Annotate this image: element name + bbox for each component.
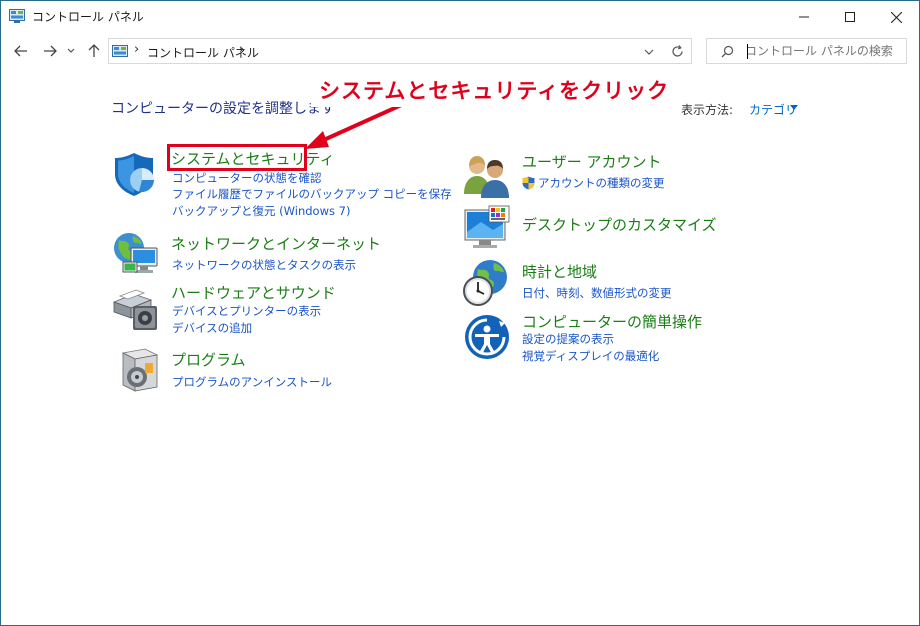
shield-icon[interactable]	[112, 150, 160, 198]
window-title: コントロール パネル	[32, 10, 144, 24]
desktop-customize-icon[interactable]	[463, 204, 511, 252]
close-button[interactable]	[873, 1, 919, 33]
refresh-button[interactable]	[664, 38, 692, 64]
breadcrumb-separator[interactable]: ›	[239, 42, 244, 57]
category-ease-of-access[interactable]: コンピューターの簡単操作	[522, 311, 702, 332]
category-user-accounts[interactable]: ユーザー アカウント	[522, 151, 661, 172]
minimize-icon	[799, 16, 809, 18]
category-hardware-sound[interactable]: ハードウェアとサウンド	[171, 282, 336, 303]
network-globe-icon[interactable]	[111, 230, 159, 278]
recent-locations-button[interactable]	[64, 39, 78, 63]
link-uninstall-program[interactable]: プログラムのアンインストール	[172, 374, 332, 390]
annotation-callout: システムとセキュリティをクリック	[311, 73, 678, 107]
link-network-status[interactable]: ネットワークの状態とタスクの表示	[172, 257, 356, 273]
address-bar[interactable]: › コントロール パネル ›	[108, 38, 692, 64]
maximize-icon	[845, 12, 855, 22]
search-box[interactable]	[706, 38, 907, 64]
category-desktop-customization[interactable]: デスクトップのカスタマイズ	[522, 214, 717, 235]
control-panel-icon	[112, 45, 128, 57]
link-backup-restore[interactable]: バックアップと復元 (Windows 7)	[172, 203, 350, 219]
forward-button[interactable]	[39, 39, 61, 63]
link-devices-printers[interactable]: デバイスとプリンターの表示	[172, 303, 321, 319]
search-icon	[721, 45, 734, 58]
arrow-up-icon	[88, 44, 100, 57]
highlight-box	[167, 144, 307, 171]
category-clock-region[interactable]: 時計と地域	[522, 261, 597, 282]
text-cursor	[747, 44, 748, 59]
category-programs[interactable]: プログラム	[171, 349, 246, 370]
control-panel-window: コントロール パネル › コントロール パネル › コントロール パネルの検索 …	[0, 0, 920, 626]
chevron-down-icon	[67, 48, 75, 53]
breadcrumb-separator[interactable]: ›	[134, 42, 139, 57]
control-panel-icon	[9, 9, 25, 23]
maximize-button[interactable]	[827, 1, 873, 33]
ease-of-access-icon[interactable]	[463, 313, 511, 361]
link-optimize-visual-display[interactable]: 視覚ディスプレイの最適化	[522, 348, 659, 364]
link-settings-suggestions[interactable]: 設定の提案の表示	[522, 331, 614, 347]
user-accounts-icon[interactable]	[463, 154, 511, 202]
printer-speaker-icon[interactable]	[111, 284, 159, 332]
refresh-icon	[672, 44, 683, 57]
link-check-computer-status[interactable]: コンピューターの状態を確認	[172, 170, 322, 186]
link-date-time-format[interactable]: 日付、時刻、数値形式の変更	[522, 285, 672, 301]
arrow-right-icon	[44, 45, 57, 57]
category-network-internet[interactable]: ネットワークとインターネット	[171, 233, 381, 254]
navigation-bar: › コントロール パネル ›	[1, 33, 919, 73]
link-add-device[interactable]: デバイスの追加	[172, 320, 252, 336]
view-by-label: 表示方法:	[681, 103, 734, 117]
caret-down-icon[interactable]	[790, 105, 798, 110]
back-button[interactable]	[10, 39, 32, 63]
clock-region-icon[interactable]	[462, 259, 510, 307]
minimize-button[interactable]	[781, 1, 827, 33]
link-file-history-backup[interactable]: ファイル履歴でファイルのバックアップ コピーを保存	[172, 186, 452, 202]
uac-shield-icon	[522, 176, 535, 190]
title-bar: コントロール パネル	[1, 1, 919, 33]
close-icon	[890, 11, 902, 23]
arrow-left-icon	[14, 45, 27, 57]
search-input[interactable]	[745, 42, 895, 60]
programs-box-icon[interactable]	[115, 347, 163, 395]
link-change-account-type[interactable]: アカウントの種類の変更	[538, 175, 665, 191]
up-button[interactable]	[83, 39, 105, 63]
chevron-down-icon[interactable]	[641, 45, 657, 59]
